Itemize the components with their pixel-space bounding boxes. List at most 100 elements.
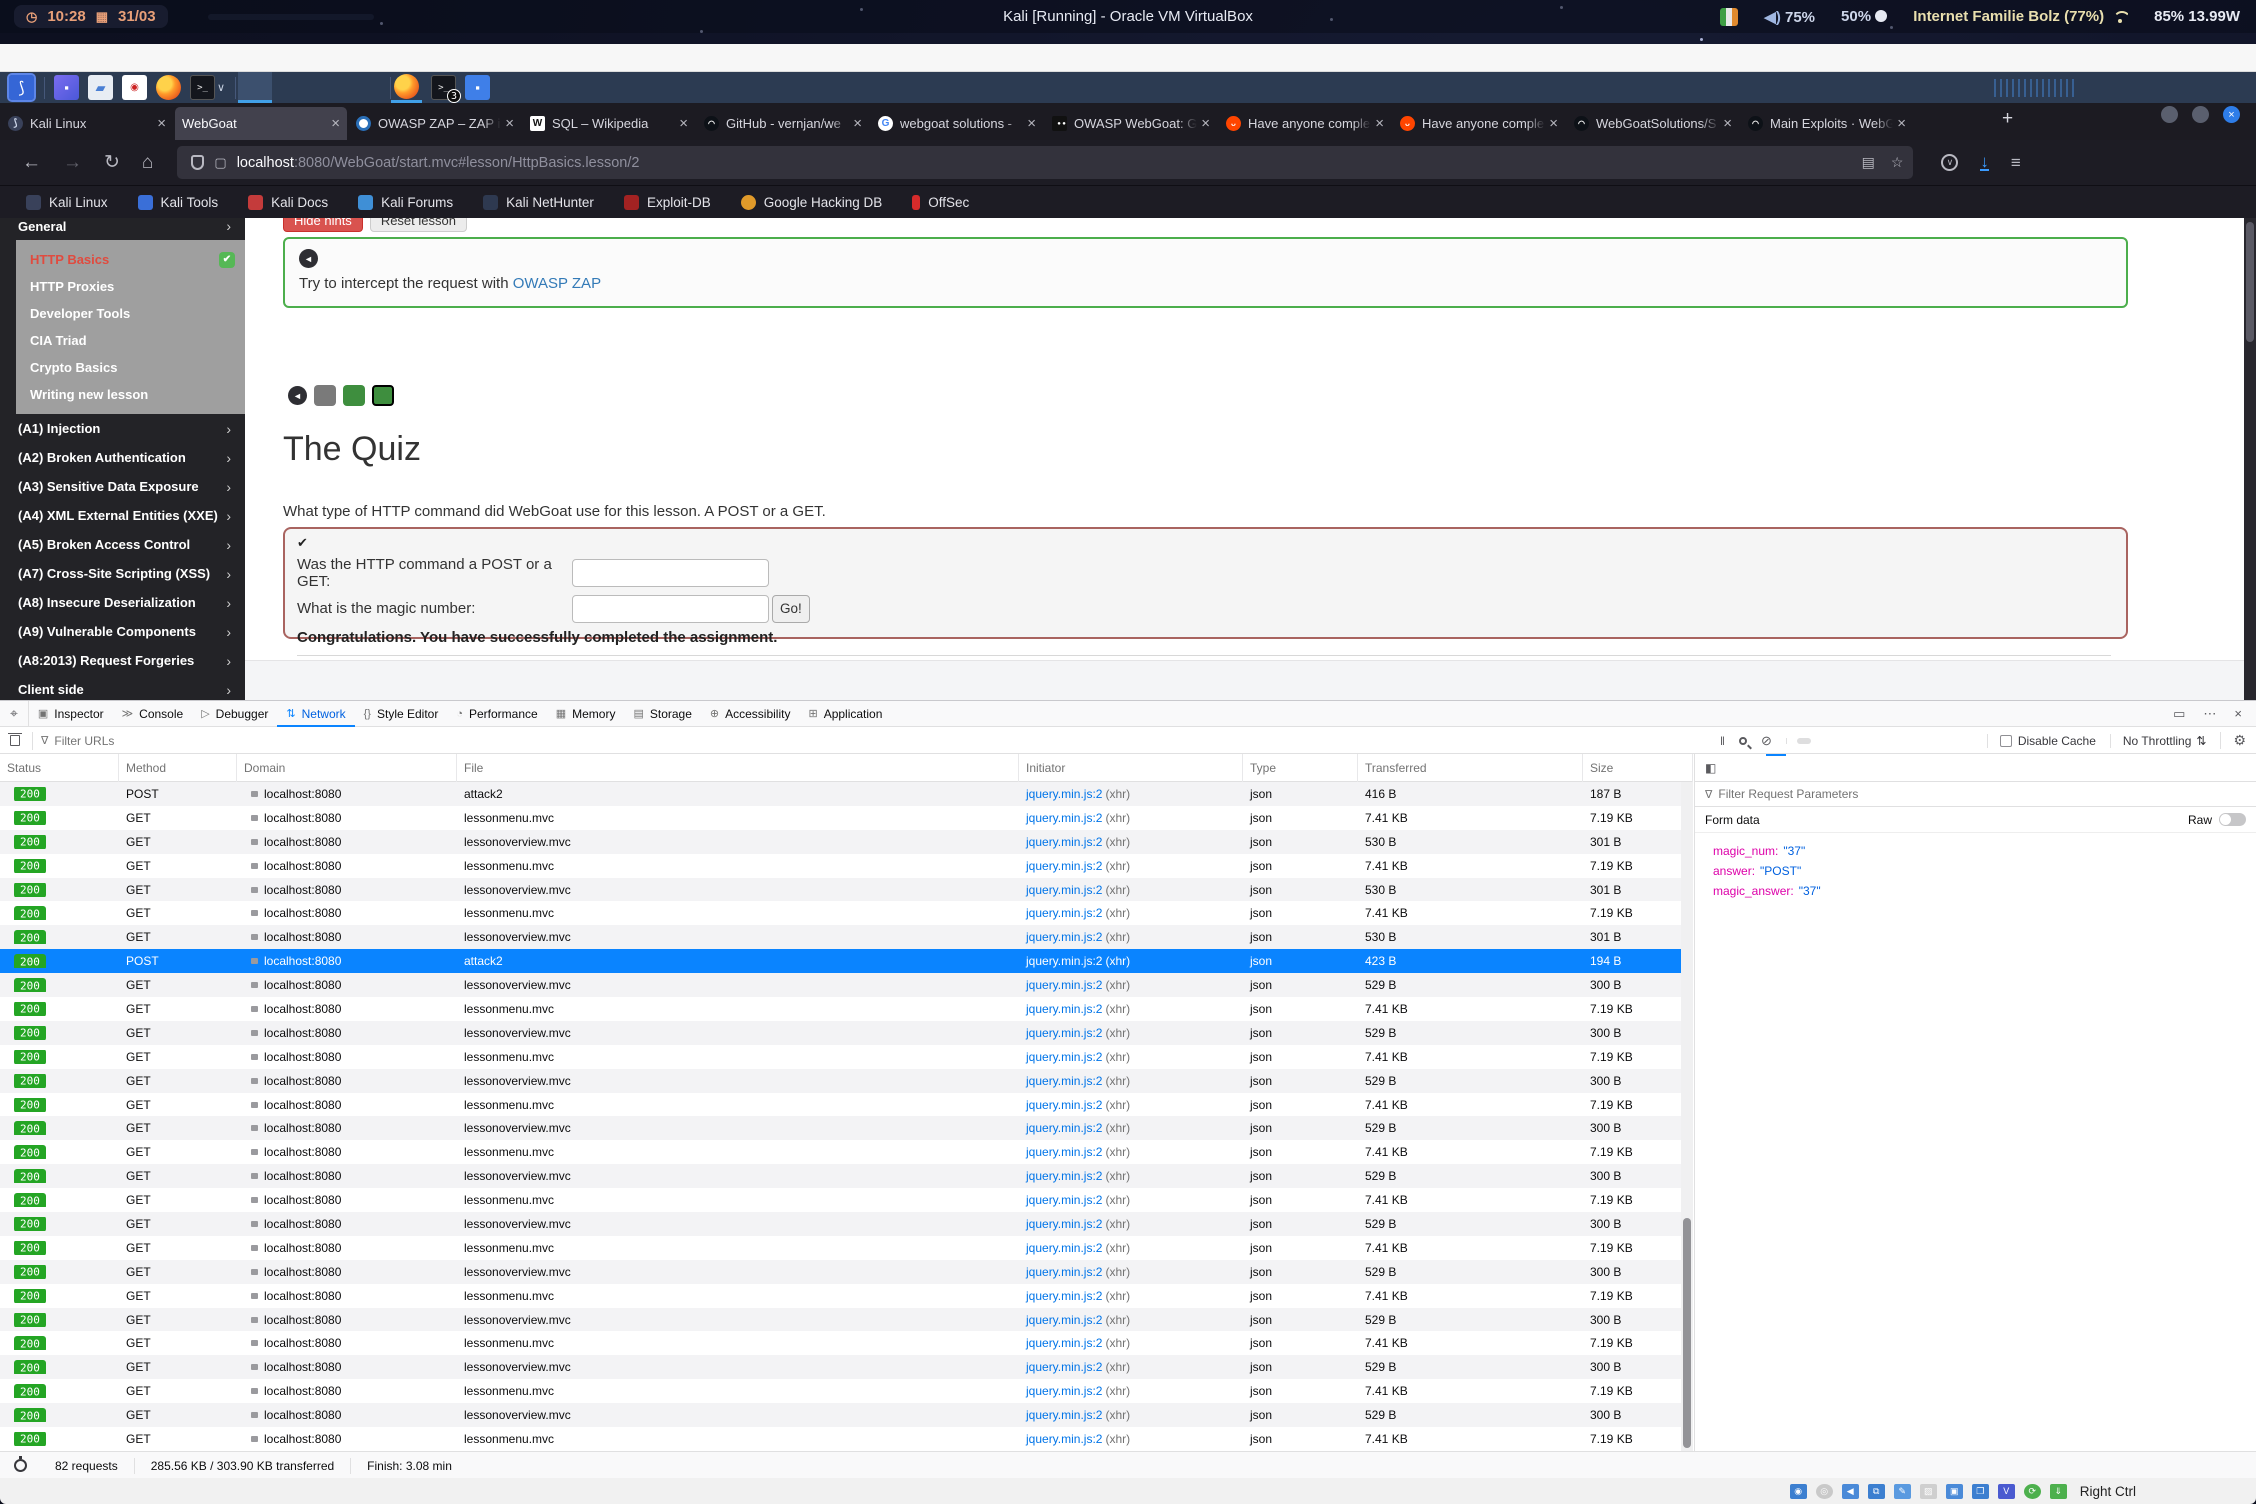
back-button[interactable]: ← [22, 152, 41, 174]
table-scrollbar[interactable] [1681, 782, 1693, 1451]
devtools-menu-icon[interactable]: ⋯ [2203, 706, 2216, 722]
column-header-size[interactable]: Size [1583, 754, 1693, 782]
reload-button[interactable]: ↻ [104, 151, 120, 174]
terminal-launcher-icon[interactable]: >_ [190, 75, 215, 100]
sidebar-lesson-item[interactable]: HTTP Basics ✔ [16, 246, 245, 273]
forward-button[interactable]: → [63, 152, 82, 174]
clear-requests-icon[interactable] [10, 735, 20, 746]
volume-indicator[interactable]: ◀) 75% [1764, 8, 1815, 26]
downloads-window-icon[interactable] [465, 75, 490, 100]
page-back-icon[interactable]: ◄ [288, 386, 307, 405]
browser-tab[interactable]: SQL – Wikipedia × [523, 107, 695, 140]
sidebar-section[interactable]: (A8) Insecure Deserialization › [0, 588, 245, 617]
initiator-link[interactable]: jquery.min.js:2 [1026, 883, 1102, 897]
bookmark-item[interactable]: Google Hacking DB [741, 195, 883, 210]
taskbar-workspace-button[interactable] [274, 72, 308, 103]
bookmark-item[interactable]: Kali NetHunter [483, 195, 594, 210]
initiator-link[interactable]: jquery.min.js:2 [1026, 1384, 1102, 1398]
initiator-link[interactable]: jquery.min.js:2 [1026, 1360, 1102, 1374]
network-request-row[interactable]: 200 GET localhost:8080 lessonoverview.mv… [0, 1260, 1693, 1284]
taskbar-workspace-button[interactable] [310, 72, 344, 103]
pick-element-icon[interactable]: ⌖ [0, 701, 29, 727]
file-manager-icon[interactable] [88, 75, 113, 100]
browser-tab[interactable]: WebGoatSolutions/S × [1567, 107, 1739, 140]
brightness-indicator[interactable]: 50% [1841, 8, 1887, 25]
devtools-tab[interactable]: ▤ Storage [624, 701, 700, 727]
network-request-row[interactable]: 200 POST localhost:8080 attack2 jquery.m… [0, 782, 1693, 806]
initiator-link[interactable]: jquery.min.js:2 [1026, 1121, 1102, 1135]
initiator-link[interactable]: jquery.min.js:2 [1026, 1074, 1102, 1088]
block-request-icon[interactable]: ⊘ [1761, 733, 1772, 749]
network-request-row[interactable]: 200 GET localhost:8080 lessonoverview.mv… [0, 1069, 1693, 1093]
disable-cache-option[interactable]: Disable Cache [1987, 734, 2096, 748]
browser-tab[interactable]: GitHub - vernjan/we × [697, 107, 869, 140]
scrollbar-thumb[interactable] [1683, 1218, 1691, 1448]
raw-toggle[interactable] [2219, 813, 2246, 826]
devtools-tab[interactable]: ⊕ Accessibility [701, 701, 800, 727]
panel-toggle-icon[interactable]: ◧ [1695, 761, 1726, 775]
sidebar-section[interactable]: (A2) Broken Authentication › [0, 443, 245, 472]
initiator-link[interactable]: jquery.min.js:2 [1026, 1313, 1102, 1327]
type-filter-pill[interactable] [1815, 738, 1829, 744]
reader-mode-icon[interactable]: ▤ [1862, 154, 1875, 171]
browser-tab[interactable]: Have anyone comple × [1393, 107, 1565, 140]
responsive-mode-icon[interactable]: ▭ [2173, 706, 2185, 722]
sidebar-section[interactable]: (A4) XML External Entities (XXE) › [0, 501, 245, 530]
network-request-row[interactable]: 200 POST localhost:8080 attack2 jquery.m… [0, 949, 1693, 973]
network-request-row[interactable]: 200 GET localhost:8080 lessonmenu.mvc jq… [0, 854, 1693, 878]
network-request-row[interactable]: 200 GET localhost:8080 lessonmenu.mvc jq… [0, 997, 1693, 1021]
network-request-row[interactable]: 200 GET localhost:8080 lessonmenu.mvc jq… [0, 1188, 1693, 1212]
network-request-row[interactable]: 200 GET localhost:8080 lessonmenu.mvc jq… [0, 1045, 1693, 1069]
performance-analysis-icon[interactable] [14, 1459, 27, 1472]
initiator-link[interactable]: jquery.min.js:2 [1026, 1002, 1102, 1016]
host-key-state-icon[interactable]: ⇓ [2050, 1484, 2067, 1499]
display-icon[interactable]: ▣ [1946, 1484, 1963, 1499]
initiator-link[interactable]: jquery.min.js:2 [1026, 1336, 1102, 1350]
scrollbar-thumb[interactable] [2246, 222, 2254, 342]
network-request-row[interactable]: 200 GET localhost:8080 lessonoverview.mv… [0, 925, 1693, 949]
tray-app-icon[interactable] [1720, 8, 1738, 26]
sidebar-section[interactable]: (A5) Broken Access Control › [0, 530, 245, 559]
windows-icon[interactable]: ❐ [1972, 1484, 1989, 1499]
browser-tab[interactable]: Have anyone comple × [1219, 107, 1391, 140]
form-data-param[interactable]: answer: "POST" [1713, 861, 2256, 881]
network-request-row[interactable]: 200 GET localhost:8080 lessonmenu.mvc jq… [0, 901, 1693, 925]
recording-icon[interactable]: V [1998, 1484, 2015, 1499]
network-request-row[interactable]: 200 GET localhost:8080 lessonmenu.mvc jq… [0, 1427, 1693, 1451]
sidebar-section[interactable]: (A8:2013) Request Forgeries › [0, 646, 245, 675]
initiator-link[interactable]: jquery.min.js:2 [1026, 1026, 1102, 1040]
minimize-button[interactable] [2161, 106, 2178, 123]
type-filter-pill[interactable] [1851, 738, 1865, 744]
page-number-button[interactable] [343, 385, 365, 406]
browser-tab[interactable]: webgoat solutions - × [871, 107, 1043, 140]
devtools-tab[interactable]: ⇅ Network [277, 701, 354, 727]
hdd-icon[interactable]: ◉ [1790, 1484, 1807, 1499]
filter-request-parameters-input[interactable] [1718, 787, 2018, 801]
pocket-icon[interactable]: ∨ [1941, 154, 1958, 171]
column-header-file[interactable]: File [457, 754, 1019, 782]
initiator-link[interactable]: jquery.min.js:2 [1026, 787, 1102, 801]
type-filter-pill[interactable] [1941, 738, 1955, 744]
browser-tab[interactable]: Kali Linux × [1, 107, 173, 140]
home-button[interactable]: ⌂ [142, 152, 153, 174]
bookmark-item[interactable]: OffSec [912, 195, 969, 210]
close-button[interactable]: × [2223, 106, 2240, 123]
details-tab[interactable] [1786, 754, 1806, 782]
reset-lesson-button[interactable]: Reset lesson [370, 218, 467, 232]
network-request-row[interactable]: 200 GET localhost:8080 lessonoverview.mv… [0, 1308, 1693, 1332]
details-tab[interactable] [1806, 754, 1826, 782]
type-filter-pill[interactable] [1833, 738, 1847, 744]
taskbar-workspace-button[interactable] [346, 72, 380, 103]
network-request-row[interactable]: 200 GET localhost:8080 lessonoverview.mv… [0, 1212, 1693, 1236]
tab-close-icon[interactable]: × [1549, 115, 1558, 132]
initiator-link[interactable]: jquery.min.js:2 [1026, 1289, 1102, 1303]
devtools-tab[interactable]: ▷ Debugger [192, 701, 277, 727]
column-header-method[interactable]: Method [119, 754, 237, 782]
go-button[interactable]: Go! [772, 595, 810, 623]
initiator-link[interactable]: jquery.min.js:2 [1026, 811, 1102, 825]
column-header-type[interactable]: Type [1243, 754, 1358, 782]
network-request-row[interactable]: 200 GET localhost:8080 lessonmenu.mvc jq… [0, 1236, 1693, 1260]
network-request-row[interactable]: 200 GET localhost:8080 lessonoverview.mv… [0, 878, 1693, 902]
details-tab[interactable] [1726, 754, 1746, 782]
network-request-row[interactable]: 200 GET localhost:8080 lessonoverview.mv… [0, 1403, 1693, 1427]
